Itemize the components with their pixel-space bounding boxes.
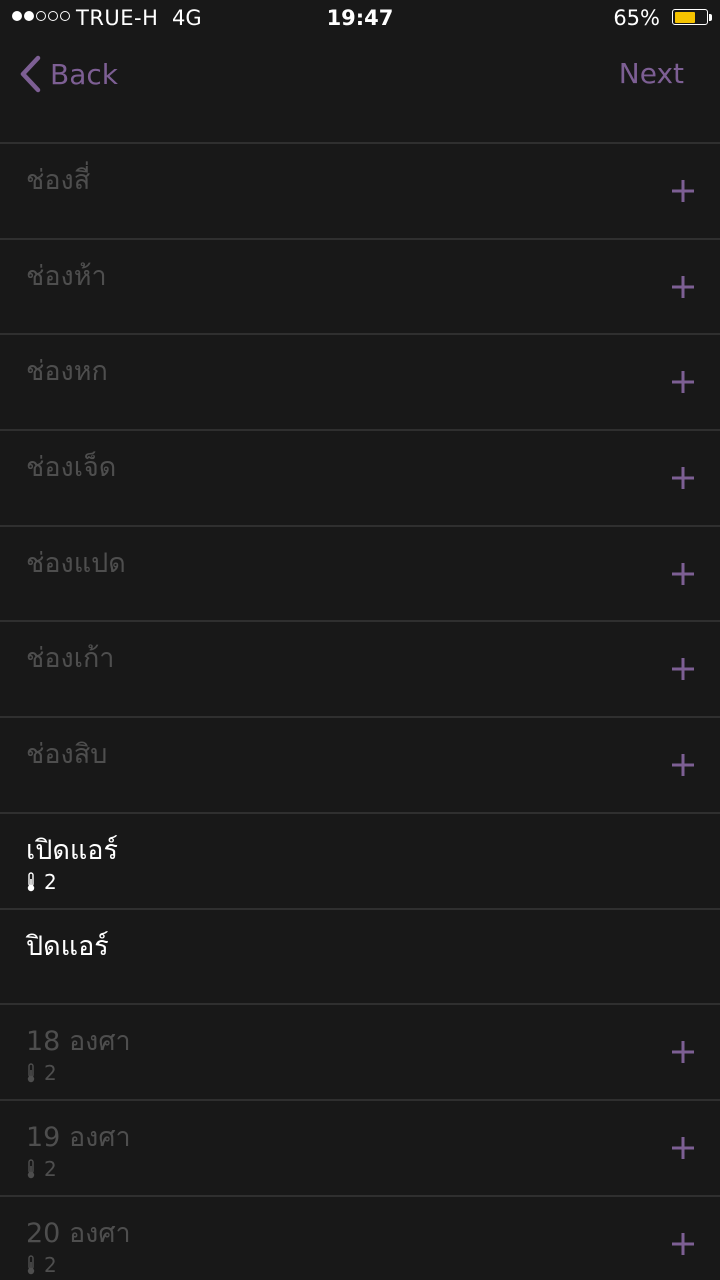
plus-icon bbox=[672, 658, 694, 681]
add-button[interactable] bbox=[670, 178, 696, 204]
thermometer-icon bbox=[27, 1063, 35, 1083]
list-item[interactable]: ช่องเจ็ด bbox=[0, 431, 720, 527]
plus-icon bbox=[672, 1232, 694, 1255]
plus-icon bbox=[672, 467, 694, 490]
list-item-value: 2 bbox=[44, 1156, 57, 1181]
back-label: Back bbox=[50, 57, 118, 91]
thermometer-icon bbox=[27, 872, 35, 892]
status-time: 19:47 bbox=[326, 6, 394, 30]
list-item-title: ช่องเจ็ด bbox=[26, 452, 117, 484]
back-button[interactable]: Back bbox=[18, 52, 118, 96]
add-button[interactable] bbox=[670, 274, 696, 300]
list-item-title: ช่องหก bbox=[26, 356, 108, 388]
list-item-title: เปิดแอร์ bbox=[26, 834, 119, 866]
list-item-title: ช่องสี่ bbox=[26, 165, 91, 196]
list-item-value: 2 bbox=[44, 1061, 57, 1086]
add-button[interactable] bbox=[670, 465, 696, 491]
command-list: ช่องสี่ช่องห้าช่องหกช่องเจ็ดช่องแปดช่องเ… bbox=[0, 142, 720, 1280]
list-item-title: ปิดแอร์ bbox=[26, 930, 109, 962]
list-item-value: 2 bbox=[44, 1252, 57, 1277]
chevron-left-icon bbox=[20, 55, 41, 93]
list-item[interactable]: ช่องเก้า bbox=[0, 622, 720, 719]
list-item-subtitle: 2 bbox=[26, 1157, 57, 1181]
list-item[interactable]: ช่องสิบ bbox=[0, 718, 720, 814]
list-item-title: 20 องศา bbox=[26, 1217, 131, 1249]
list-item[interactable]: ปิดแอร์ bbox=[0, 910, 720, 1006]
list-item[interactable]: 20 องศา 2 bbox=[0, 1197, 720, 1280]
list-item[interactable]: ช่องหก bbox=[0, 335, 720, 432]
plus-icon bbox=[672, 275, 694, 298]
plus-icon bbox=[672, 371, 694, 394]
add-button[interactable] bbox=[670, 1039, 696, 1065]
list-item-title: ช่องแปด bbox=[26, 547, 126, 579]
add-button[interactable] bbox=[670, 369, 696, 395]
list-item[interactable]: ช่องแปด bbox=[0, 527, 720, 623]
battery-fill bbox=[674, 11, 695, 23]
list-item-subtitle: 2 bbox=[26, 870, 57, 894]
add-button[interactable] bbox=[670, 561, 696, 587]
thermometer-icon bbox=[27, 1254, 35, 1274]
plus-icon bbox=[672, 562, 694, 585]
navigation-bar: Back Next bbox=[0, 38, 720, 142]
list-item-title: ช่องเก้า bbox=[26, 643, 115, 675]
list-item[interactable]: ช่องห้า bbox=[0, 240, 720, 336]
list-item-title: 18 องศา bbox=[26, 1026, 131, 1058]
list-item-title: ช่องห้า bbox=[26, 260, 107, 292]
add-button[interactable] bbox=[670, 752, 696, 778]
list-item-title: ช่องสิบ bbox=[26, 739, 108, 771]
add-button[interactable] bbox=[670, 1135, 696, 1161]
add-button[interactable] bbox=[670, 656, 696, 682]
list-item-subtitle: 2 bbox=[26, 1253, 57, 1277]
list-item[interactable]: 19 องศา 2 bbox=[0, 1101, 720, 1197]
status-bar: TRUE-H 4G 19:47 65% bbox=[0, 0, 720, 38]
add-button[interactable] bbox=[670, 1231, 696, 1257]
plus-icon bbox=[672, 1041, 694, 1064]
list-item-title: 19 องศา bbox=[26, 1121, 131, 1153]
plus-icon bbox=[672, 180, 694, 202]
list-item[interactable]: เปิดแอร์ 2 bbox=[0, 814, 720, 910]
battery-icon bbox=[672, 9, 708, 25]
list-item[interactable]: ช่องสี่ bbox=[0, 144, 720, 240]
list-item-subtitle: 2 bbox=[26, 1061, 57, 1085]
plus-icon bbox=[672, 1136, 694, 1159]
plus-icon bbox=[672, 754, 694, 777]
list-item[interactable]: 18 องศา 2 bbox=[0, 1005, 720, 1101]
list-item-value: 2 bbox=[44, 869, 57, 894]
screen: TRUE-H 4G 19:47 65% Back Next ช่องสี่ ช่อ… bbox=[0, 0, 720, 1280]
next-button[interactable]: Next bbox=[619, 52, 684, 96]
thermometer-icon bbox=[27, 1159, 35, 1179]
battery-percent: 65% bbox=[613, 6, 660, 30]
battery-tip bbox=[709, 14, 712, 21]
